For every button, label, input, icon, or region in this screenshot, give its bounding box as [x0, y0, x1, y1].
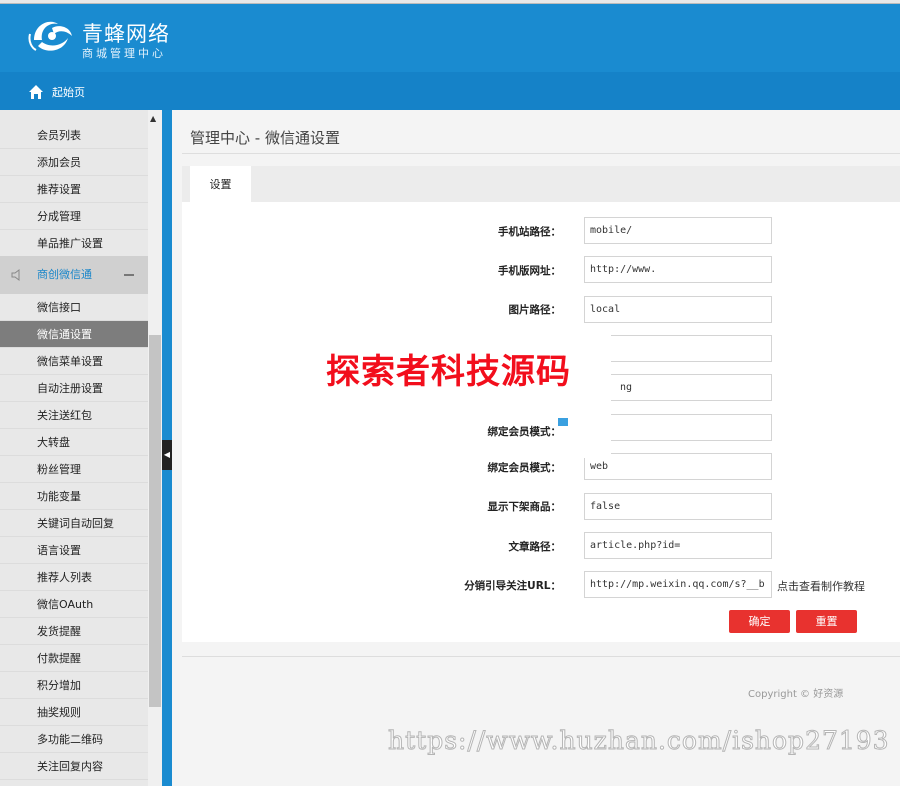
sidebar-item[interactable]: 推荐人列表	[0, 564, 148, 591]
collapse-minus-icon[interactable]	[124, 274, 134, 276]
divider	[182, 153, 900, 154]
home-icon[interactable]	[28, 84, 44, 100]
footer	[182, 657, 900, 786]
mobile-path-input[interactable]: mobile/	[584, 217, 772, 244]
sidebar-item[interactable]: 付款提醒	[0, 645, 148, 672]
browser-strip	[0, 0, 900, 4]
sidebar-item-member-list[interactable]: 会员列表	[0, 122, 148, 149]
cursor-icon	[558, 418, 568, 426]
article-path-label: 文章路径：	[508, 541, 562, 553]
sidebar-item[interactable]: 语言设置	[0, 537, 148, 564]
field-input[interactable]: ng	[584, 374, 772, 401]
field-input[interactable]	[584, 335, 772, 362]
show-offshelf-input[interactable]: false	[584, 493, 772, 520]
confirm-button[interactable]: 确定	[729, 610, 790, 633]
image-path-label: 图片路径：	[508, 304, 562, 316]
tutorial-link[interactable]: 点击查看制作教程	[777, 578, 865, 594]
page-title: 管理中心 - 微信通设置	[190, 129, 340, 147]
bind-mode-label: 绑定会员模式：	[487, 426, 562, 438]
image-path-input[interactable]: local	[584, 296, 772, 323]
sidebar-item[interactable]: 自动注册设置	[0, 375, 148, 402]
distribution-url-input[interactable]: http://mp.weixin.qq.com/s?__b	[584, 571, 772, 598]
brand-subtitle: 商城管理中心	[82, 47, 166, 60]
sidebar-item[interactable]: 关注回复内容	[0, 753, 148, 780]
copyright: Copyright © 好资源	[748, 689, 844, 700]
show-offshelf-label: 显示下架商品：	[487, 501, 562, 513]
sidebar: 会员列表 添加会员 推荐设置 分成管理 单品推广设置 商创微信通 微信接口 微信…	[0, 110, 162, 786]
logo-icon	[28, 21, 72, 51]
sidebar-group-wechat[interactable]: 商创微信通	[0, 256, 148, 294]
sidebar-item-commission[interactable]: 分成管理	[0, 203, 148, 230]
sidebar-item[interactable]: 关键词自动回复	[0, 510, 148, 537]
mobile-url-input[interactable]: http://www.	[584, 256, 772, 283]
nav-bar	[0, 72, 900, 110]
tab-bar	[182, 166, 900, 202]
scroll-up-icon[interactable]: ▲	[150, 114, 156, 123]
mobile-url-label: 手机版网址：	[498, 265, 561, 277]
tab-settings[interactable]: 设置	[190, 166, 251, 202]
sidebar-item[interactable]: 抽奖规则	[0, 699, 148, 726]
bind-mode-input[interactable]: web	[584, 453, 772, 480]
mobile-path-label: 手机站路径：	[498, 226, 561, 238]
sidebar-item[interactable]: 积分增加	[0, 672, 148, 699]
sidebar-item[interactable]: 微信接口	[0, 294, 148, 321]
sidebar-item[interactable]: 关注送红包	[0, 402, 148, 429]
sidebar-item-referral-settings[interactable]: 推荐设置	[0, 176, 148, 203]
sidebar-item[interactable]: 大转盘	[0, 429, 148, 456]
sidebar-item[interactable]: 微信菜单设置	[0, 348, 148, 375]
sidebar-item[interactable]: 微信OAuth	[0, 591, 148, 618]
distribution-url-label: 分销引导关注URL：	[464, 580, 561, 592]
bind-mode-input[interactable]	[584, 414, 772, 441]
sidebar-item[interactable]: 功能变量	[0, 483, 148, 510]
sidebar-item-active[interactable]: 微信通设置	[0, 321, 148, 348]
home-link[interactable]: 起始页	[52, 84, 85, 100]
sidebar-item[interactable]: 多功能二维码	[0, 726, 148, 753]
watermark-url: https://www.huzhan.com/ishop27193	[388, 726, 890, 756]
reset-button[interactable]: 重置	[796, 610, 857, 633]
sidebar-item-product-promo[interactable]: 单品推广设置	[0, 230, 148, 257]
watermark-banner: 探索者科技源码	[326, 352, 571, 392]
sidebar-group-label: 商创微信通	[37, 268, 92, 281]
sidebar-item[interactable]: 发货提醒	[0, 618, 148, 645]
sidebar-item[interactable]: 粉丝管理	[0, 456, 148, 483]
speaker-icon	[11, 269, 20, 281]
sidebar-scrollbar-thumb[interactable]	[149, 335, 161, 707]
article-path-input[interactable]: article.php?id=	[584, 532, 772, 559]
brand-name: 青蜂网络	[82, 22, 170, 46]
sidebar-item-add-member[interactable]: 添加会员	[0, 149, 148, 176]
bind-mode-label: 绑定会员模式：	[487, 462, 562, 474]
sidebar-toggle-icon[interactable]: ◀	[162, 440, 172, 470]
